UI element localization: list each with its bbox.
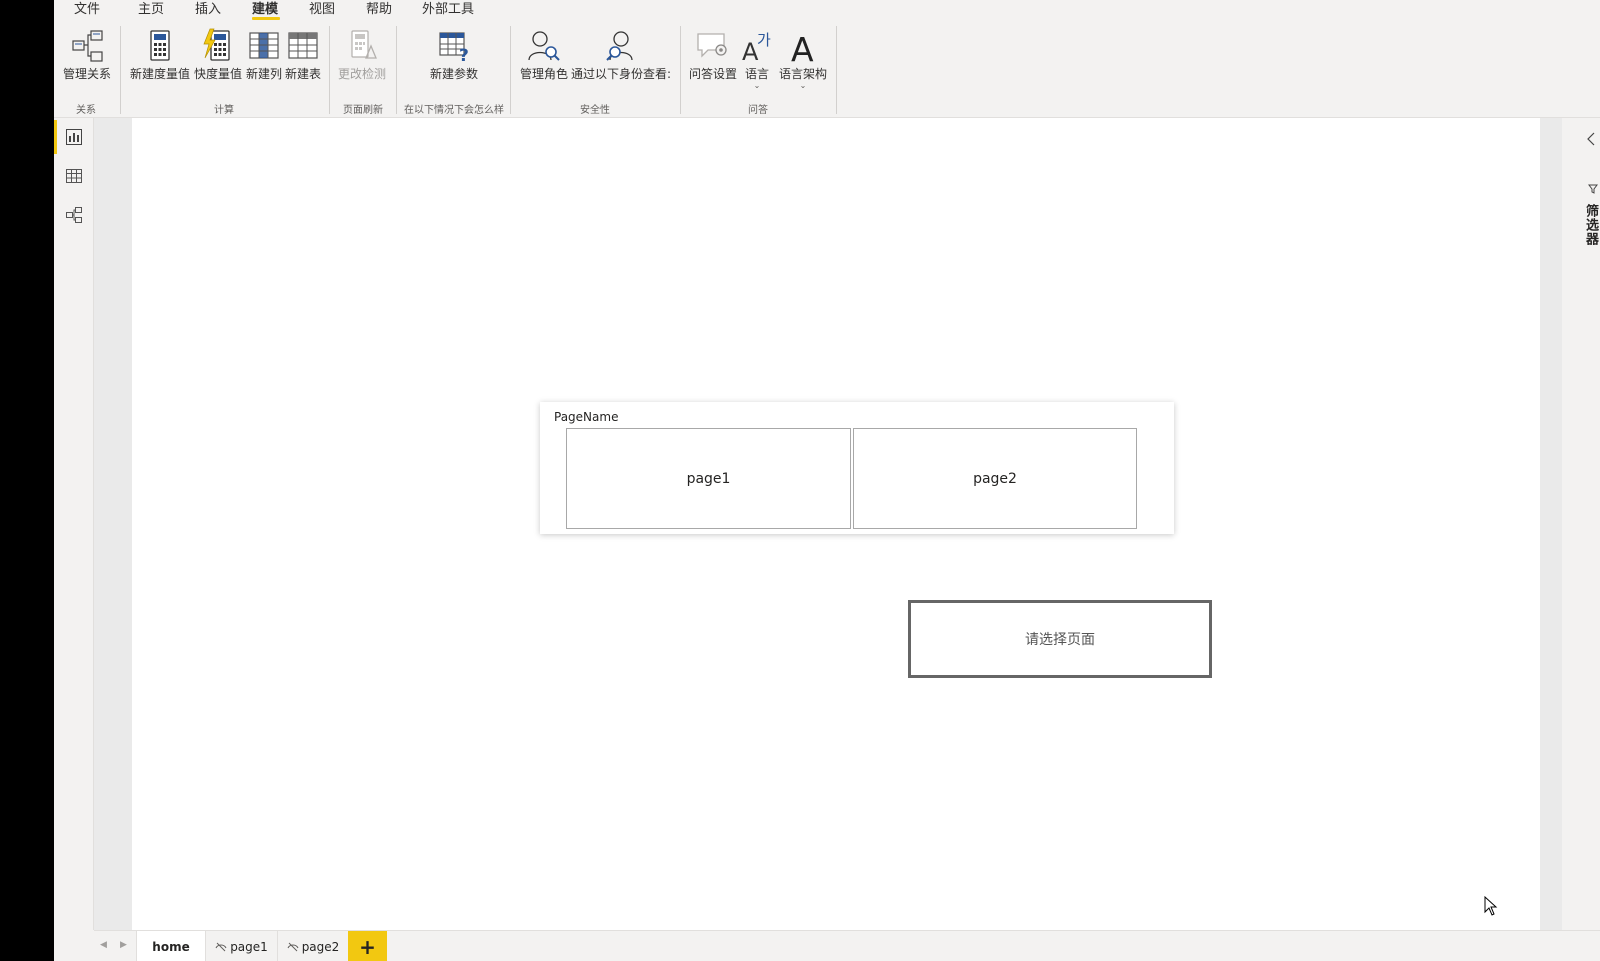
group-label-security: 安全性 xyxy=(580,105,610,116)
manage-relationships-button[interactable]: 管理关系 xyxy=(60,28,114,92)
model-view-icon xyxy=(66,207,82,223)
new-measure-button[interactable]: 新建度量值 xyxy=(128,28,192,92)
language-icon: A 가 xyxy=(742,31,771,64)
group-separator xyxy=(836,26,837,114)
slicer-title: PageName xyxy=(554,410,619,424)
view-as-icon xyxy=(606,31,633,61)
manage-relationships-label: 管理关系 xyxy=(62,67,111,81)
menu-tab-file[interactable]: 文件 xyxy=(74,0,100,17)
group-separator xyxy=(329,26,330,114)
group-label-qa: 问答 xyxy=(748,105,768,116)
qa-setup-icon xyxy=(697,33,727,58)
chevron-down-icon: ⌄ xyxy=(799,81,807,90)
report-view-icon xyxy=(66,129,82,145)
model-view-button[interactable] xyxy=(54,196,94,234)
calculator-icon xyxy=(150,30,170,61)
menu-bar: 文件 主页 插入 建模 视图 帮助 外部工具 xyxy=(54,0,1600,22)
qa-setup-label: 问答设置 xyxy=(688,67,737,81)
qa-setup-button[interactable]: 问答设置 xyxy=(688,28,738,92)
new-column-label: 新建列 xyxy=(245,67,282,81)
quick-measure-button[interactable]: 快度量值 xyxy=(192,28,244,92)
manage-relationships-icon xyxy=(72,30,103,62)
new-column-button[interactable]: 新建列 xyxy=(244,28,284,92)
linguistic-schema-icon: A xyxy=(791,30,814,64)
group-label-page-refresh: 页面刷新 xyxy=(343,105,383,116)
page-tab-label: page1 xyxy=(230,939,268,954)
menu-tab-external-tools[interactable]: 外部工具 xyxy=(422,0,474,17)
new-parameter-icon: ? xyxy=(439,32,469,64)
menu-tab-insert[interactable]: 插入 xyxy=(195,0,221,17)
active-tab-indicator xyxy=(252,17,280,20)
group-label-relationships: 关系 xyxy=(76,105,96,116)
group-separator xyxy=(680,26,681,114)
new-table-button[interactable]: 新建表 xyxy=(283,28,323,92)
linguistic-schema-label: 语言架构 xyxy=(778,67,827,81)
page-tab-bar: ◀ ▶ home page1 page2 + xyxy=(94,930,1600,961)
hidden-page-icon xyxy=(215,942,227,951)
change-detection-label: 更改检测 xyxy=(337,67,386,81)
new-parameter-button[interactable]: ? 新建参数 xyxy=(426,28,482,92)
group-separator xyxy=(510,26,511,114)
quick-measure-label: 快度量值 xyxy=(193,67,242,81)
page-tab-page1[interactable]: page1 xyxy=(205,931,278,961)
filters-pane-collapsed: 筛选器 xyxy=(1562,118,1600,930)
hidden-page-icon xyxy=(287,942,299,951)
canvas-area: PageName page1 page2 请选择页面 xyxy=(94,118,1562,930)
tab-scroll-left-icon[interactable]: ◀ xyxy=(100,940,107,950)
page-tab-label: home xyxy=(152,939,190,954)
manage-roles-icon xyxy=(528,31,560,61)
linguistic-schema-button[interactable]: A 语言架构 ⌄ xyxy=(776,28,830,92)
manage-roles-label: 管理角色 xyxy=(519,67,568,81)
chevron-down-icon: ⌄ xyxy=(753,81,761,90)
report-page[interactable]: PageName page1 page2 请选择页面 xyxy=(132,118,1540,930)
page-tab-page2[interactable]: page2 xyxy=(277,931,349,961)
group-separator xyxy=(396,26,397,114)
new-table-label: 新建表 xyxy=(284,67,321,81)
new-column-icon xyxy=(249,32,279,59)
new-parameter-label: 新建参数 xyxy=(429,67,478,81)
group-label-calculations: 计算 xyxy=(214,105,234,116)
filters-pane-label[interactable]: 筛选器 xyxy=(1581,204,1600,246)
change-detection-icon xyxy=(351,30,377,59)
powerbi-window: 文件 主页 插入 建模 视图 帮助 外部工具 管理关系 关系 新建度量值 快度量… xyxy=(54,0,1600,961)
filter-icon xyxy=(1588,184,1598,194)
new-measure-label: 新建度量值 xyxy=(129,67,190,81)
quick-measure-icon xyxy=(203,28,230,61)
ribbon: 管理关系 关系 新建度量值 快度量值 新建列 新建表 计算 更改检测 页面刷新 … xyxy=(54,26,1600,117)
language-label: 语言 xyxy=(744,67,769,81)
chevron-left-icon[interactable] xyxy=(1586,132,1596,146)
menu-tab-view[interactable]: 视图 xyxy=(309,0,335,17)
page-name-slicer[interactable]: PageName page1 page2 xyxy=(540,402,1174,534)
page-navigation-button[interactable]: 请选择页面 xyxy=(908,600,1212,678)
view-as-button[interactable]: 通过以下身份查看: xyxy=(569,28,673,92)
svg-text:A: A xyxy=(791,30,814,64)
view-as-label: 通过以下身份查看: xyxy=(570,67,672,81)
new-table-icon xyxy=(288,32,318,59)
svg-text:가: 가 xyxy=(757,31,771,49)
menu-tab-help[interactable]: 帮助 xyxy=(366,0,392,17)
menu-tab-home[interactable]: 主页 xyxy=(138,0,164,17)
page-tab-home[interactable]: home xyxy=(136,931,206,961)
tab-scroll-right-icon[interactable]: ▶ xyxy=(120,940,127,950)
view-switcher xyxy=(54,118,94,930)
group-label-what-if: 在以下情况下会怎么样 xyxy=(404,105,504,116)
slicer-tile-page1[interactable]: page1 xyxy=(566,428,851,529)
page-tab-label: page2 xyxy=(301,939,340,954)
data-view-button[interactable] xyxy=(54,157,94,195)
svg-text:?: ? xyxy=(459,46,469,64)
group-separator xyxy=(120,26,121,114)
report-view-button[interactable] xyxy=(54,118,94,156)
add-page-button[interactable]: + xyxy=(348,931,387,961)
change-detection-button[interactable]: 更改检测 xyxy=(336,28,388,92)
slicer-tile-page2[interactable]: page2 xyxy=(853,428,1137,529)
data-view-icon xyxy=(66,169,82,183)
mouse-cursor-icon xyxy=(1484,896,1498,916)
menu-tab-modeling[interactable]: 建模 xyxy=(252,0,278,17)
manage-roles-button[interactable]: 管理角色 xyxy=(519,28,569,92)
language-button[interactable]: A 가 语言 ⌄ xyxy=(740,28,774,92)
